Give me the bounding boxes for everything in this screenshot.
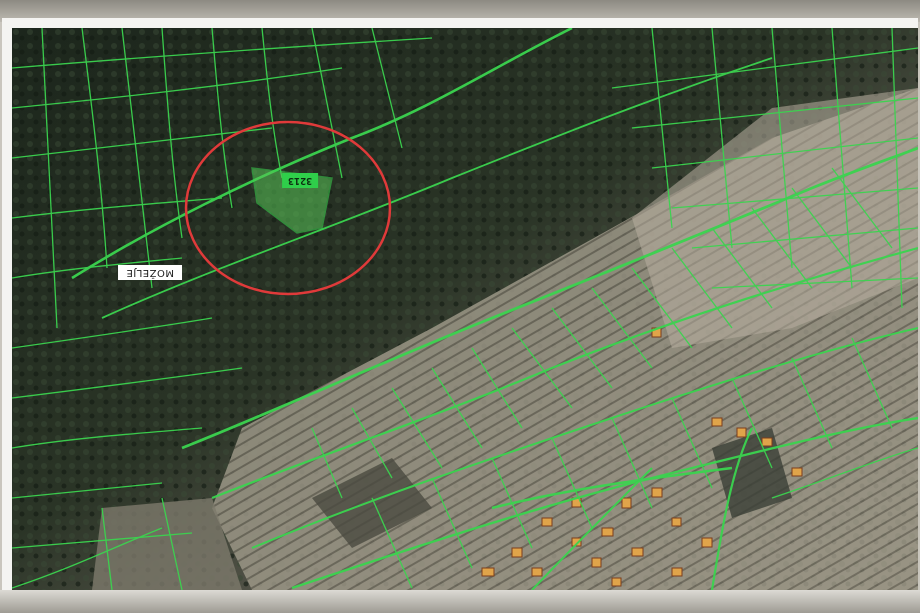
- photo-of-printed-cadastral-map: 3213 MOŽELJE: [0, 0, 920, 613]
- wooden-board-bottom: [0, 590, 920, 613]
- place-name-label: MOŽELJE: [118, 265, 183, 280]
- aerial-map-with-parcels: [12, 28, 918, 590]
- parcel-number-label: 3213: [282, 173, 319, 188]
